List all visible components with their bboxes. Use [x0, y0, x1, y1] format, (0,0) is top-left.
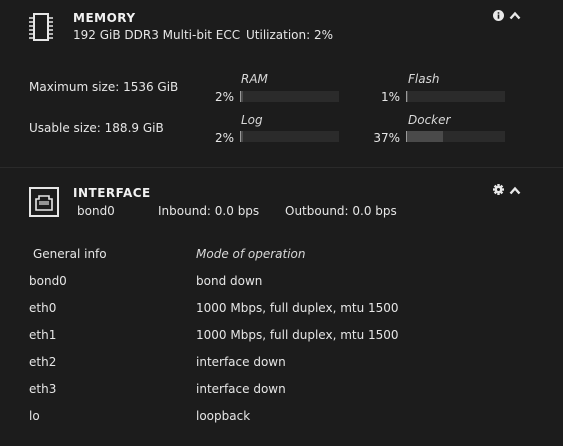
- log-usage-fill: [241, 131, 243, 142]
- table-header-general-info: General info: [33, 247, 107, 261]
- flash-percent: 1%: [380, 90, 400, 104]
- ethernet-port-icon: [29, 187, 59, 217]
- log-label: Log: [241, 113, 263, 127]
- memory-chip-icon: [29, 13, 53, 41]
- row-interface-name: eth3: [29, 382, 57, 396]
- chevron-up-icon[interactable]: [509, 186, 521, 195]
- docker-usage-bar: [406, 131, 505, 142]
- log-percent: 2%: [214, 131, 234, 145]
- ram-percent: 2%: [214, 90, 234, 104]
- section-divider: [0, 167, 563, 168]
- max-size-label: Maximum size: 1536 GiB: [29, 80, 179, 94]
- interface-title: INTERFACE: [73, 186, 151, 200]
- row-interface-mode: interface down: [196, 382, 286, 396]
- log-usage-bar: [240, 131, 339, 142]
- ram-usage-bar: [240, 91, 339, 102]
- flash-usage-bar: [406, 91, 505, 102]
- flash-label: Flash: [408, 72, 440, 86]
- docker-label: Docker: [408, 113, 451, 127]
- memory-title: MEMORY: [73, 11, 136, 25]
- info-icon[interactable]: [493, 10, 504, 21]
- docker-usage-fill: [407, 131, 444, 142]
- interface-outbound: Outbound: 0.0 bps: [285, 204, 397, 218]
- row-interface-name: eth0: [29, 301, 57, 315]
- ram-label: RAM: [241, 72, 268, 86]
- interface-name: bond0: [77, 204, 115, 218]
- row-interface-name: eth2: [29, 355, 57, 369]
- table-header-mode: Mode of operation: [196, 247, 306, 261]
- row-interface-mode: bond down: [196, 274, 263, 288]
- row-interface-name: lo: [29, 409, 40, 423]
- memory-description: 192 GiB DDR3 Multi-bit ECC: [73, 28, 241, 42]
- row-interface-mode: loopback: [196, 409, 251, 423]
- docker-percent: 37%: [373, 131, 400, 145]
- memory-utilization: Utilization: 2%: [246, 28, 334, 42]
- row-interface-mode: interface down: [196, 355, 286, 369]
- usable-size-label: Usable size: 188.9 GiB: [29, 121, 164, 135]
- row-interface-mode: 1000 Mbps, full duplex, mtu 1500: [196, 301, 399, 315]
- flash-usage-fill: [407, 91, 408, 102]
- row-interface-name: eth1: [29, 328, 57, 342]
- row-interface-mode: 1000 Mbps, full duplex, mtu 1500: [196, 328, 399, 342]
- chevron-up-icon[interactable]: [509, 11, 521, 20]
- ram-usage-fill: [241, 91, 243, 102]
- row-interface-name: bond0: [29, 274, 67, 288]
- interface-inbound: Inbound: 0.0 bps: [158, 204, 260, 218]
- gear-icon[interactable]: [493, 184, 504, 195]
